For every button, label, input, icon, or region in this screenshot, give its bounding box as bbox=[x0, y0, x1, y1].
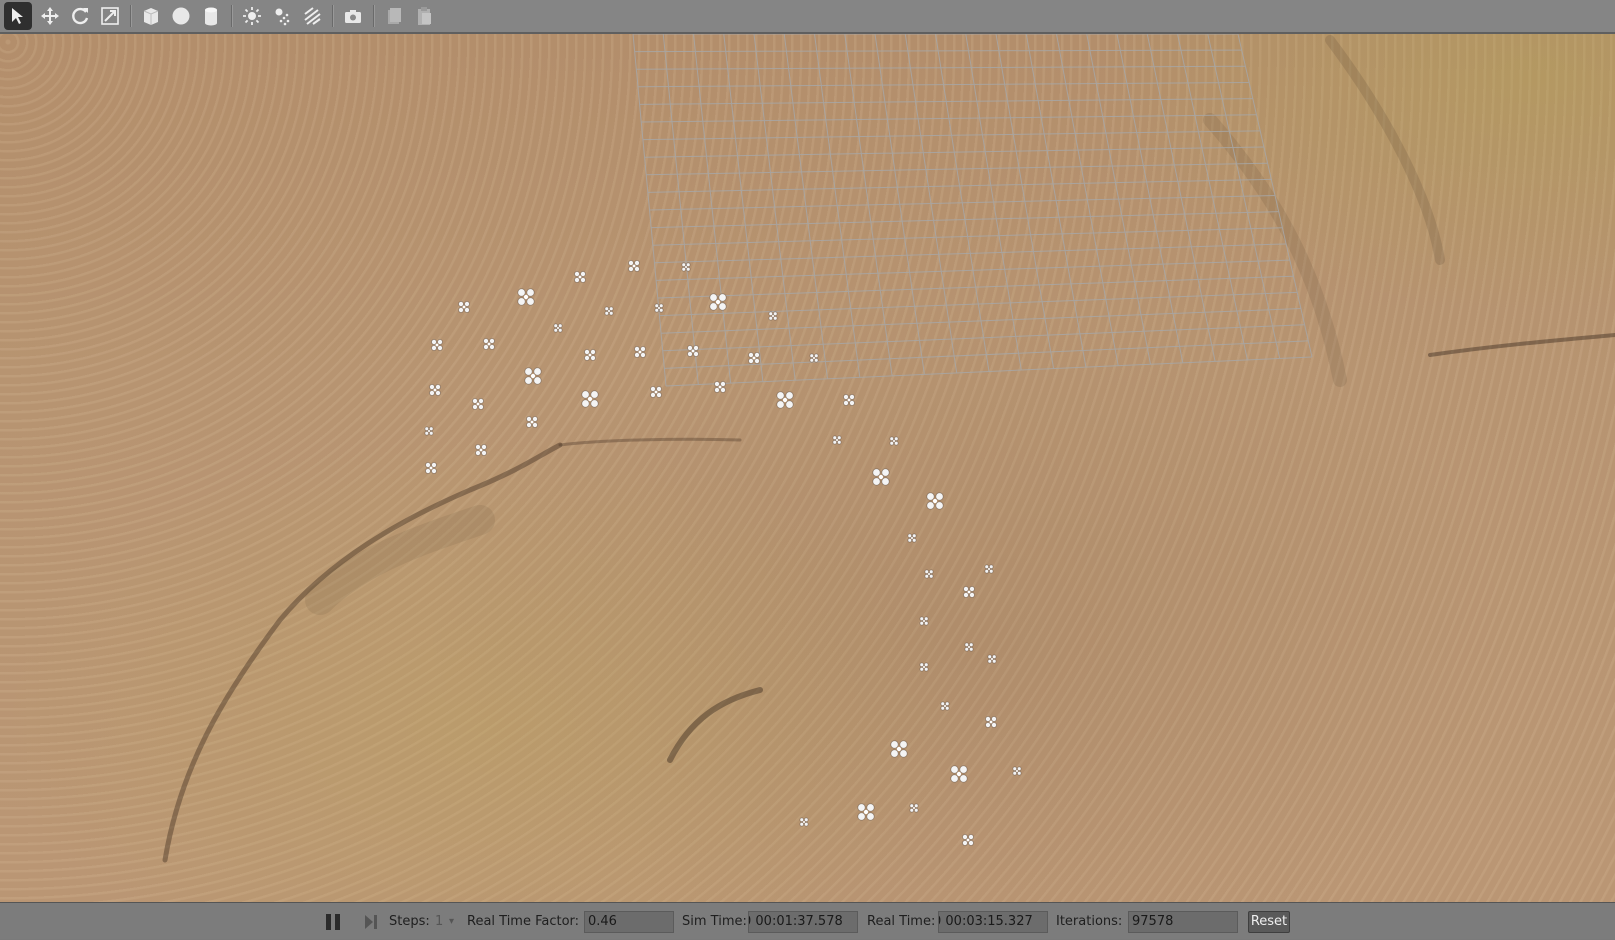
iterations-value: 97578 bbox=[1128, 911, 1238, 933]
quadcopter-icon[interactable] bbox=[889, 436, 899, 446]
toolbar-separator bbox=[130, 5, 132, 27]
quadcopter-icon[interactable] bbox=[940, 701, 950, 711]
box-icon[interactable] bbox=[137, 2, 165, 30]
quadcopter-icon[interactable] bbox=[909, 803, 919, 813]
iterations-label: Iterations: bbox=[1056, 914, 1123, 929]
sim-time-value: 0 00:01:37.578 bbox=[748, 911, 858, 933]
quadcopter-icon[interactable] bbox=[584, 349, 596, 361]
quadcopter-icon[interactable] bbox=[768, 311, 778, 321]
grid-line bbox=[665, 356, 1313, 387]
steps-label: Steps: bbox=[389, 914, 430, 929]
quadcopter-icon[interactable] bbox=[799, 817, 809, 827]
rotate-icon[interactable] bbox=[66, 2, 94, 30]
cylinder-icon[interactable] bbox=[197, 2, 225, 30]
quadcopter-icon[interactable] bbox=[458, 301, 470, 313]
quadcopter-icon[interactable] bbox=[843, 394, 855, 406]
quadcopter-icon[interactable] bbox=[472, 398, 484, 410]
quadcopter-icon[interactable] bbox=[431, 339, 443, 351]
quadcopter-icon[interactable] bbox=[517, 288, 535, 306]
quadcopter-icon[interactable] bbox=[429, 384, 441, 396]
quadcopter-icon[interactable] bbox=[634, 346, 646, 358]
quadcopter-icon[interactable] bbox=[919, 616, 929, 626]
directional-light-icon[interactable] bbox=[298, 2, 326, 30]
quadcopter-icon[interactable] bbox=[924, 569, 934, 579]
quadcopter-icon[interactable] bbox=[950, 765, 968, 783]
point-light-icon[interactable] bbox=[238, 2, 266, 30]
scale-icon[interactable] bbox=[96, 2, 124, 30]
quadcopter-icon[interactable] bbox=[832, 435, 842, 445]
quadcopter-icon[interactable] bbox=[526, 416, 538, 428]
pause-icon[interactable] bbox=[326, 914, 340, 930]
quadcopter-icon[interactable] bbox=[926, 492, 944, 510]
quadcopter-icon[interactable] bbox=[1012, 766, 1022, 776]
quadcopter-icon[interactable] bbox=[872, 468, 890, 486]
quadcopter-icon[interactable] bbox=[987, 654, 997, 664]
quadcopter-icon[interactable] bbox=[553, 323, 563, 333]
toolbar bbox=[0, 0, 1615, 34]
quadcopter-icon[interactable] bbox=[964, 642, 974, 652]
toolbar-separator bbox=[373, 5, 375, 27]
quadcopter-icon[interactable] bbox=[962, 834, 974, 846]
grid-line bbox=[1237, 34, 1313, 358]
quadcopter-icon[interactable] bbox=[475, 444, 487, 456]
real-time-value: 0 00:03:15.327 bbox=[938, 911, 1048, 933]
quadcopter-icon[interactable] bbox=[776, 391, 794, 409]
ground-grid bbox=[632, 34, 1313, 387]
reset-button[interactable]: Reset bbox=[1248, 911, 1290, 933]
steps-value[interactable]: 1 bbox=[435, 903, 443, 940]
quadcopter-icon[interactable] bbox=[574, 271, 586, 283]
real-time-factor-value: 0.46 bbox=[584, 911, 674, 933]
quadcopter-icon[interactable] bbox=[687, 345, 699, 357]
select-arrow-icon[interactable] bbox=[4, 2, 32, 30]
scene-viewport[interactable] bbox=[0, 34, 1615, 902]
sim-time-label: Sim Time: bbox=[682, 914, 747, 929]
spot-light-icon[interactable] bbox=[268, 2, 296, 30]
screenshot-icon[interactable] bbox=[339, 2, 367, 30]
quadcopter-icon[interactable] bbox=[628, 260, 640, 272]
quadcopter-icon[interactable] bbox=[919, 662, 929, 672]
toolbar-separator bbox=[332, 5, 334, 27]
quadcopter-icon[interactable] bbox=[907, 533, 917, 543]
copy-icon[interactable] bbox=[380, 2, 408, 30]
quadcopter-icon[interactable] bbox=[963, 586, 975, 598]
grid-line bbox=[662, 324, 1305, 352]
translate-icon[interactable] bbox=[36, 2, 64, 30]
steps-dropdown-icon[interactable]: ▾ bbox=[449, 903, 454, 940]
quadcopter-icon[interactable] bbox=[984, 564, 994, 574]
quadcopter-icon[interactable] bbox=[985, 716, 997, 728]
quadcopter-icon[interactable] bbox=[425, 462, 437, 474]
quadcopter-icon[interactable] bbox=[890, 740, 908, 758]
quadcopter-icon[interactable] bbox=[524, 367, 542, 385]
status-bar: Steps: 1 ▾ Real Time Factor: 0.46 Sim Ti… bbox=[0, 902, 1615, 939]
quadcopter-icon[interactable] bbox=[604, 306, 614, 316]
quadcopter-icon[interactable] bbox=[748, 352, 760, 364]
real-time-factor-label: Real Time Factor: bbox=[467, 914, 580, 929]
scene-canvas bbox=[162, 34, 1615, 863]
sphere-icon[interactable] bbox=[167, 2, 195, 30]
real-time-label: Real Time: bbox=[867, 914, 936, 929]
quadcopter-icon[interactable] bbox=[650, 386, 662, 398]
grid-line bbox=[664, 340, 1309, 369]
paste-icon[interactable] bbox=[410, 2, 438, 30]
quadcopter-icon[interactable] bbox=[809, 353, 819, 363]
quadcopter-icon[interactable] bbox=[483, 338, 495, 350]
quadcopter-icon[interactable] bbox=[581, 390, 599, 408]
step-forward-icon[interactable] bbox=[364, 914, 378, 930]
quadcopter-icon[interactable] bbox=[424, 426, 434, 436]
terrain-ridges bbox=[162, 35, 1615, 863]
toolbar-separator bbox=[231, 5, 233, 27]
quadcopter-icon[interactable] bbox=[857, 803, 875, 821]
